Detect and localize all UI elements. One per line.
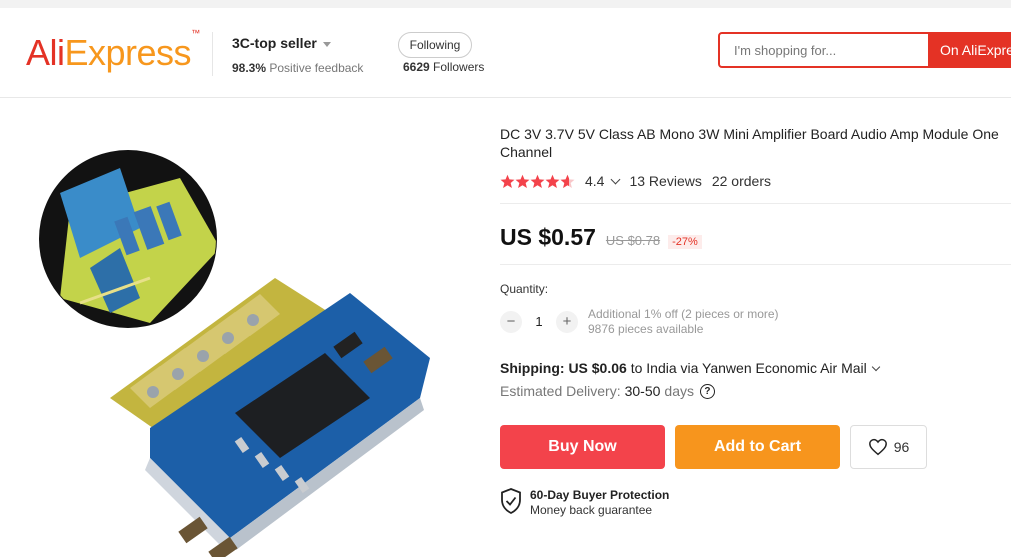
shipping-cost: US $0.06 — [568, 360, 627, 376]
delivery-label: Estimated Delivery: — [500, 383, 621, 399]
buyer-protection: 60-Day Buyer Protection Money back guara… — [500, 488, 669, 518]
rating-row: 4.4 13 Reviews 22 orders — [500, 172, 771, 190]
orders-count: 22 orders — [711, 173, 771, 189]
shield-check-icon — [501, 488, 521, 514]
search-button[interactable]: On AliExpress — [928, 32, 1011, 68]
shipping-destination: to India via Yanwen Economic Air Mail — [630, 360, 867, 376]
quantity-value[interactable]: 1 — [530, 314, 548, 329]
shipping-label: Shipping: — [500, 360, 565, 376]
product-title: DC 3V 3.7V 5V Class AB Mono 3W Mini Ampl… — [500, 126, 999, 160]
buy-now-button[interactable]: Buy Now — [500, 425, 665, 469]
delivery-unit: days — [664, 383, 694, 399]
chevron-down-icon — [871, 362, 880, 372]
header-divider — [212, 32, 213, 76]
chevron-down-icon[interactable] — [611, 174, 621, 184]
rating-value[interactable]: 4.4 — [585, 173, 604, 189]
protection-title: 60-Day Buyer Protection — [530, 488, 670, 502]
chevron-down-icon — [322, 41, 331, 47]
feedback-label: Positive feedback — [269, 61, 364, 75]
wishlist-button[interactable]: 96 — [850, 425, 927, 469]
star-rating — [500, 174, 575, 189]
logo-tm: ™ — [191, 28, 200, 38]
follow-button[interactable]: Following — [398, 32, 472, 58]
original-price: US $0.78 — [605, 233, 661, 248]
seller-feedback: 98.3% Positive feedback — [232, 61, 363, 75]
store-header: AliExpress™ 3C-top seller 98.3% Positive… — [0, 8, 1011, 98]
top-band — [0, 0, 1011, 8]
estimated-delivery: Estimated Delivery: 30-50 days ? — [500, 383, 715, 399]
star-half-icon — [560, 174, 575, 188]
star-icon — [500, 174, 515, 188]
seller-name[interactable]: 3C-top seller — [232, 35, 331, 51]
add-to-cart-button[interactable]: Add to Cart — [675, 425, 840, 469]
discount-badge: -27% — [668, 235, 702, 249]
reviews-link[interactable]: 13 Reviews — [629, 173, 701, 189]
divider — [500, 264, 1011, 265]
stock-available: 9876 pieces available — [588, 322, 704, 336]
logo-part1: Ali — [26, 32, 65, 73]
quantity-increase-button[interactable]: + — [556, 311, 578, 333]
followers-number: 6629 — [403, 60, 430, 74]
divider — [500, 203, 1011, 204]
aliexpress-logo[interactable]: AliExpress™ — [26, 28, 200, 74]
help-icon[interactable]: ? — [699, 383, 715, 399]
star-icon — [545, 174, 560, 188]
feedback-percent: 98.3% — [232, 61, 267, 75]
quantity-note: Additional 1% off (2 pieces or more) 987… — [588, 307, 779, 337]
search-bar: On AliExpress — [718, 32, 1011, 68]
seller-name-text: 3C-top seller — [232, 35, 317, 51]
followers-count: 6629 Followers — [403, 60, 484, 74]
heart-icon — [868, 438, 887, 456]
logo-part2: Express — [64, 32, 192, 73]
current-price: US $0.57 — [500, 224, 596, 250]
product-image[interactable] — [0, 98, 490, 557]
wishlist-count: 96 — [893, 439, 910, 455]
search-input[interactable] — [720, 34, 956, 66]
bulk-discount-note: Additional 1% off (2 pieces or more) — [588, 307, 779, 321]
delivery-value: 30-50 — [624, 383, 661, 399]
star-icon — [530, 174, 545, 188]
price-row: US $0.57 US $0.78 -27% — [500, 224, 702, 251]
quantity-decrease-button[interactable]: − — [500, 311, 522, 333]
star-icon — [515, 174, 530, 188]
shipping-info[interactable]: Shipping: US $0.06 to India via Yanwen E… — [500, 360, 880, 376]
protection-subtitle: Money back guarantee — [530, 503, 653, 517]
quantity-label: Quantity: — [500, 282, 549, 296]
followers-label: Followers — [433, 60, 485, 74]
